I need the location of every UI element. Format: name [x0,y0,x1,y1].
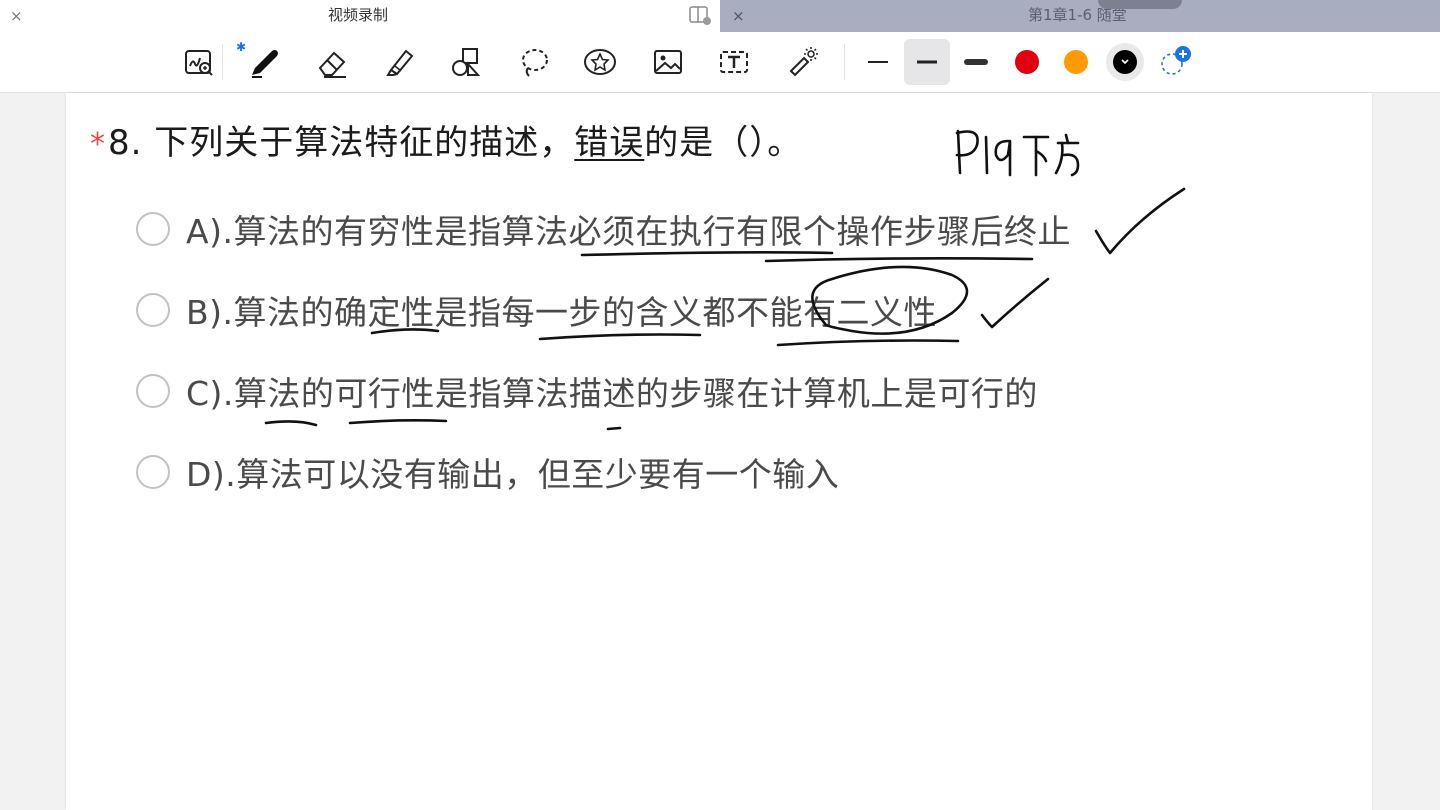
stroke-thin-icon[interactable] [856,42,900,82]
sticker-tool-icon[interactable] [578,42,622,82]
close-tab-icon[interactable]: × [732,6,745,26]
required-star: * [90,127,106,162]
underline-b2 [538,333,702,341]
question-number: 8. [108,123,143,163]
underline-c3 [606,426,622,431]
highlighter-tool-icon[interactable] [378,42,422,82]
text-tool-icon[interactable] [712,42,756,82]
radio-button[interactable] [136,293,170,327]
checkmark-a [1094,187,1186,255]
image-tool-icon[interactable] [646,42,690,82]
underline-c1 [264,420,318,427]
tab-video-recording[interactable]: × 视频录制 [0,0,720,32]
handwritten-page-note [955,129,1080,177]
drawing-toolbar: ✱ [0,32,1440,93]
tab-bar: × 视频录制 × 第1章1-6 随堂 [0,0,1440,32]
option-label: D).算法可以没有输出，但至少要有一个输入 [186,455,840,494]
question-text: 下列关于算法特征的描述， [142,123,575,163]
question-text-end: 的是（）。 [644,123,803,163]
option-label: A).算法的有穷性是指算法必须在执行有限个操作步骤后终止 [186,212,1071,251]
add-color-button[interactable] [1152,42,1196,82]
underline-a2 [764,257,1034,263]
checkmark-b [980,277,1050,329]
tab-chapter-quiz[interactable]: × 第1章1-6 随堂 [720,0,1440,32]
question-title: *8. 下列关于算法特征的描述，错误的是（）。 [90,121,802,167]
close-tab-icon[interactable]: × [10,6,23,26]
pen-tool-icon[interactable] [242,42,286,82]
option-d[interactable]: D).算法可以没有输出，但至少要有一个输入 [136,450,839,494]
option-label: B).算法的确定性是指每一步的含义都不能有二义性 [186,293,938,332]
laser-pointer-tool-icon[interactable] [780,42,824,82]
radio-button[interactable] [136,455,170,489]
eraser-tool-icon[interactable] [310,42,354,82]
option-label: C).算法的可行性是指算法描述的步骤在计算机上是可行的 [186,374,1038,413]
toolbar-divider [222,44,223,80]
color-red-swatch[interactable] [1015,50,1039,74]
option-b[interactable]: B).算法的确定性是指每一步的含义都不能有二义性 [136,288,937,332]
shapes-tool-icon[interactable] [444,42,488,82]
chevron-down-icon [1121,59,1129,65]
option-a[interactable]: A).算法的有穷性是指算法必须在执行有限个操作步骤后终止 [136,207,1071,251]
color-black-swatch[interactable] [1113,50,1137,74]
tab-title: 视频录制 [328,6,389,24]
radio-button[interactable] [136,374,170,408]
underline-c2 [348,419,448,425]
radio-button[interactable] [136,212,170,246]
camera-notch [1098,0,1182,9]
split-view-icon[interactable] [688,4,712,26]
toolbar-divider [844,44,845,80]
question-keyword: 错误 [574,123,645,163]
underline-b3 [776,339,960,347]
color-orange-swatch[interactable] [1064,50,1088,74]
stroke-medium-icon[interactable] [904,39,950,85]
lasso-tool-icon[interactable] [512,42,556,82]
zoom-write-tool-icon[interactable] [176,42,220,82]
stroke-thick-icon[interactable] [954,42,998,82]
option-c[interactable]: C).算法的可行性是指算法描述的步骤在计算机上是可行的 [136,369,1038,413]
document-page: *8. 下列关于算法特征的描述，错误的是（）。 A).算法的有穷性是指算法必须在… [66,93,1372,810]
